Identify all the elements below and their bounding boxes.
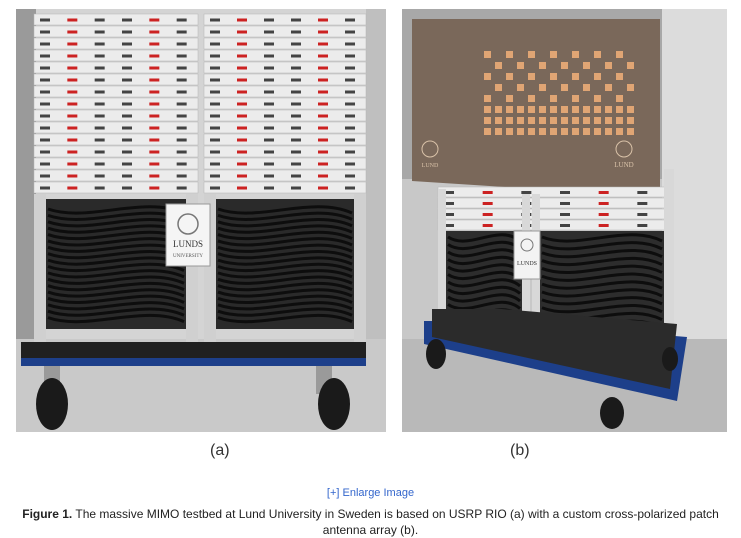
caption-figure-number: Figure 1. [22,507,73,521]
logo-subtext-a: UNIVERSITY [173,254,203,259]
photo-a-illustration: LUNDS UNIVERSITY [16,9,386,432]
figure-caption: Figure 1. The massive MIMO testbed at Lu… [10,506,731,538]
photo-a-testbed-racks: LUNDS UNIVERSITY [16,9,386,432]
enlarge-image-link[interactable]: [+] Enlarge Image [0,487,741,499]
logo-text-a: LUNDS [173,239,203,249]
subfigure-label-a: (a) [210,442,230,459]
caption-text: The massive MIMO testbed at Lund Univers… [72,507,719,537]
logo-text-b-left: LUND [422,163,439,169]
subfigure-label-b: (b) [510,442,530,459]
photo-b-illustration: LUND LUND LUNDS [402,9,727,432]
photo-b-antenna-array: LUND LUND LUNDS [402,9,727,432]
logo-text-b-right: LUND [614,161,633,169]
logo-card-text-b: LUNDS [517,261,537,267]
